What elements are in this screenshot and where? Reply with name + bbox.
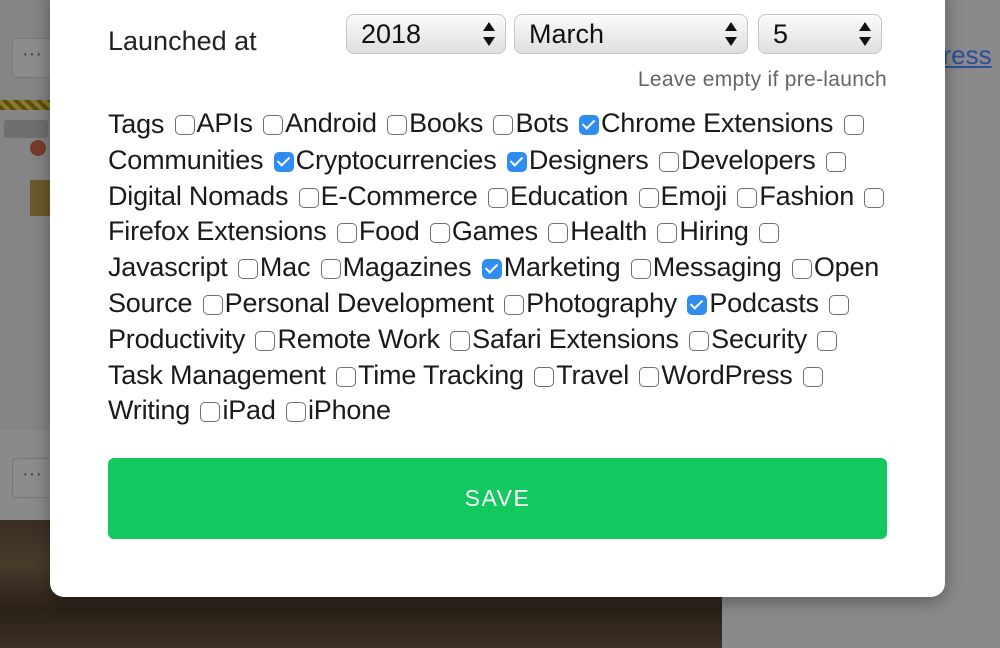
tags-label: Tags: [108, 108, 165, 139]
tag-label[interactable]: E-Commerce: [321, 181, 478, 211]
tag-checkbox[interactable]: [174, 115, 195, 135]
tag-checkbox[interactable]: [255, 330, 276, 351]
year-select[interactable]: 2018: [346, 14, 506, 54]
tag-label[interactable]: WordPress: [661, 360, 792, 390]
tag-checkbox[interactable]: [548, 223, 569, 244]
launch-date-hint: Leave empty if pre-launch: [637, 68, 887, 91]
tags-list: Tags APIs Android Books Bots Chrome Exte…: [108, 106, 893, 429]
tag-checkbox[interactable]: [817, 330, 838, 351]
tag-checkbox[interactable]: [298, 187, 319, 208]
tag-label[interactable]: Cryptocurrencies: [296, 145, 497, 175]
background-thumbnail: [4, 120, 48, 138]
tag-label[interactable]: Hiring: [679, 216, 749, 246]
tag-checkbox[interactable]: [843, 115, 864, 135]
tag-label[interactable]: Safari Extensions: [472, 324, 679, 354]
tag-label[interactable]: Travel: [556, 360, 629, 390]
more-options-icon: ···: [12, 458, 52, 498]
tag-label[interactable]: Games: [452, 216, 538, 246]
background-banner: [0, 100, 50, 110]
tag-label[interactable]: Javascript: [108, 252, 228, 282]
background-avatar: [30, 140, 46, 156]
tag-checkbox[interactable]: [450, 330, 471, 351]
tag-checkbox[interactable]: [493, 115, 514, 135]
tag-label[interactable]: iPhone: [308, 395, 391, 425]
tag-label[interactable]: Time Tracking: [358, 360, 524, 390]
tag-label[interactable]: APIs: [197, 108, 253, 138]
tag-label[interactable]: Security: [711, 324, 807, 354]
tag-checkbox[interactable]: [687, 294, 708, 315]
tag-checkbox[interactable]: [864, 187, 885, 208]
tag-label[interactable]: Personal Development: [225, 288, 494, 318]
tag-checkbox[interactable]: [286, 402, 306, 423]
background-image: [30, 180, 50, 216]
launched-at-label: Launched at: [108, 26, 257, 56]
tag-checkbox[interactable]: [202, 294, 223, 315]
tag-checkbox[interactable]: [506, 151, 527, 172]
tag-checkbox[interactable]: [638, 187, 659, 208]
tag-label[interactable]: Digital Nomads: [108, 181, 288, 211]
tag-checkbox[interactable]: [429, 223, 450, 244]
tag-label[interactable]: Firefox Extensions: [108, 216, 327, 246]
tag-label[interactable]: Messaging: [653, 252, 782, 282]
tag-checkbox[interactable]: [534, 366, 555, 387]
select-arrows-icon: [859, 21, 871, 47]
tag-checkbox[interactable]: [320, 259, 341, 280]
tag-checkbox[interactable]: [273, 151, 294, 172]
tag-checkbox[interactable]: [802, 366, 823, 387]
tag-label[interactable]: Marketing: [504, 252, 621, 282]
year-value: 2018: [361, 19, 422, 49]
tag-label[interactable]: Education: [510, 181, 628, 211]
tag-checkbox[interactable]: [336, 223, 357, 244]
tag-checkbox[interactable]: [263, 115, 284, 135]
tag-label[interactable]: Mac: [260, 252, 311, 282]
select-arrows-icon: [725, 21, 737, 47]
tag-label[interactable]: Communities: [108, 145, 264, 175]
tag-checkbox[interactable]: [335, 366, 356, 387]
tag-label[interactable]: Podcasts: [709, 288, 819, 318]
tag-label[interactable]: Remote Work: [277, 324, 440, 354]
tag-checkbox[interactable]: [481, 259, 502, 280]
tag-label[interactable]: Emoji: [661, 181, 728, 211]
day-value: 5: [773, 19, 789, 49]
tag-checkbox[interactable]: [504, 294, 525, 315]
tag-checkbox[interactable]: [630, 259, 651, 280]
more-options-icon: ···: [12, 38, 52, 78]
tag-label[interactable]: Food: [359, 216, 420, 246]
select-arrows-icon: [483, 21, 495, 47]
month-select[interactable]: March: [514, 14, 748, 54]
tag-label[interactable]: Bots: [515, 108, 568, 138]
tag-label[interactable]: Writing: [108, 395, 190, 425]
tag-checkbox[interactable]: [829, 294, 850, 315]
tag-checkbox[interactable]: [200, 402, 221, 423]
tag-checkbox[interactable]: [578, 115, 599, 135]
tag-checkbox[interactable]: [791, 259, 812, 280]
tag-label[interactable]: Developers: [681, 145, 816, 175]
tag-label[interactable]: Books: [409, 108, 483, 138]
tag-label[interactable]: Task Management: [108, 360, 326, 390]
save-button[interactable]: SAVE: [108, 458, 887, 539]
tag-checkbox[interactable]: [759, 223, 780, 244]
month-value: March: [529, 19, 605, 49]
tag-label[interactable]: Fashion: [759, 181, 854, 211]
tag-label[interactable]: Chrome Extensions: [601, 108, 833, 138]
tag-label[interactable]: Productivity: [108, 324, 245, 354]
tag-checkbox[interactable]: [658, 151, 679, 172]
tag-label[interactable]: Android: [285, 108, 377, 138]
tag-checkbox[interactable]: [487, 187, 508, 208]
tag-checkbox[interactable]: [737, 187, 758, 208]
tag-label[interactable]: Magazines: [343, 252, 472, 282]
tag-label[interactable]: iPad: [222, 395, 275, 425]
tag-checkbox[interactable]: [639, 366, 660, 387]
tag-label[interactable]: Health: [570, 216, 647, 246]
edit-product-modal: Launched at 2018 March 5 Leave empty if …: [50, 0, 945, 597]
tag-checkbox[interactable]: [237, 259, 258, 280]
tag-checkbox[interactable]: [657, 223, 678, 244]
tag-label[interactable]: Photography: [526, 288, 677, 318]
tag-checkbox[interactable]: [387, 115, 408, 135]
day-select[interactable]: 5: [758, 14, 882, 54]
tag-label[interactable]: Designers: [529, 145, 649, 175]
tag-checkbox[interactable]: [689, 330, 710, 351]
tag-checkbox[interactable]: [825, 151, 846, 172]
